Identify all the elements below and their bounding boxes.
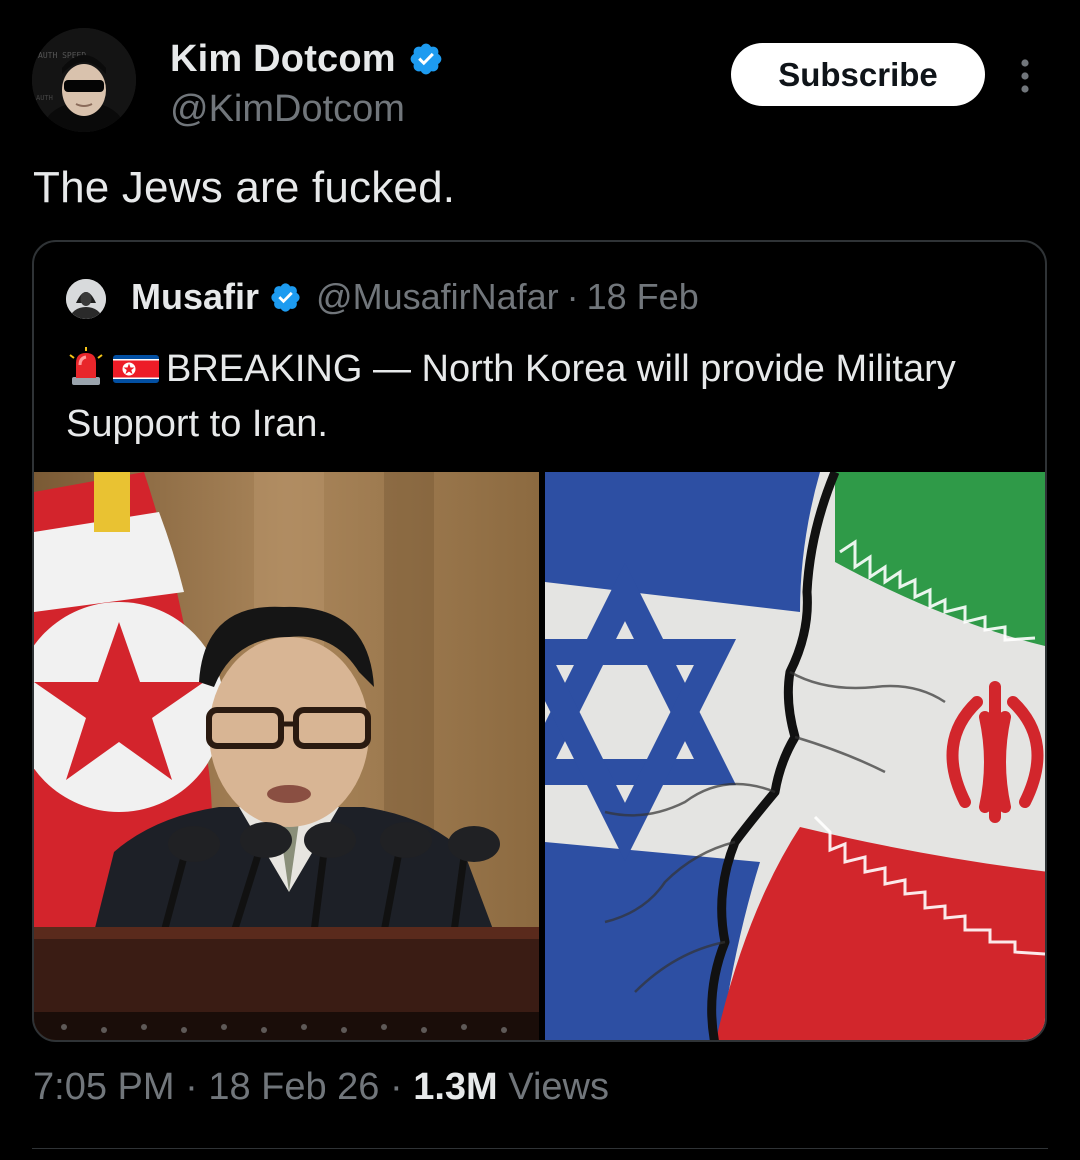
views-count[interactable]: 1.3M	[413, 1066, 497, 1108]
quoted-post-text: BREAKING — North Korea will provide Mili…	[66, 342, 1016, 452]
verified-badge-icon[interactable]	[408, 41, 444, 77]
quoted-post-date[interactable]: 18 Feb	[587, 276, 699, 318]
quoted-post-media[interactable]	[34, 472, 1045, 1040]
quoted-author-display-name[interactable]: Musafir	[131, 276, 259, 318]
media-image-right[interactable]	[545, 472, 1045, 1040]
tweet-time[interactable]: 7:05 PM	[33, 1066, 175, 1108]
quoted-post-body: BREAKING — North Korea will provide Mili…	[66, 348, 956, 445]
separator-dot: ·	[566, 276, 579, 317]
separator-dot: ·	[185, 1066, 198, 1108]
quoted-post-card[interactable]: Musafir @MusafirNafar · 18 Feb BREAKING …	[32, 240, 1047, 1042]
author-block: Kim Dotcom @KimDotcom	[170, 34, 444, 131]
quoted-author-handle[interactable]: @MusafirNafar	[316, 276, 559, 318]
tweet-meta: 7:05 PM · 18 Feb 26 · 1.3M Views	[33, 1066, 609, 1109]
tweet-date[interactable]: 18 Feb 26	[208, 1066, 379, 1108]
subscribe-button[interactable]: Subscribe	[731, 43, 985, 106]
tweet-text: The Jews are fucked.	[33, 163, 456, 212]
media-image-left[interactable]	[34, 472, 539, 1040]
quoted-post-header: Musafir @MusafirNafar · 18 Feb	[131, 274, 699, 320]
author-avatar[interactable]: AUTH SPEED AUTH	[32, 28, 136, 132]
police-light-icon	[69, 347, 103, 385]
quoted-author-avatar[interactable]	[66, 279, 106, 319]
verified-badge-icon	[271, 282, 300, 312]
separator-dot: ·	[390, 1066, 403, 1108]
divider	[32, 1148, 1048, 1149]
north-korea-flag-icon	[113, 355, 159, 383]
author-display-name[interactable]: Kim Dotcom	[170, 38, 396, 81]
tweet: AUTH SPEED AUTH Kim Dotcom @KimDotcom Su…	[0, 0, 1080, 1160]
author-handle[interactable]: @KimDotcom	[170, 88, 444, 131]
views-label: Views	[508, 1066, 609, 1108]
more-vertical-icon[interactable]	[1010, 56, 1040, 96]
svg-text:AUTH: AUTH	[36, 94, 53, 102]
